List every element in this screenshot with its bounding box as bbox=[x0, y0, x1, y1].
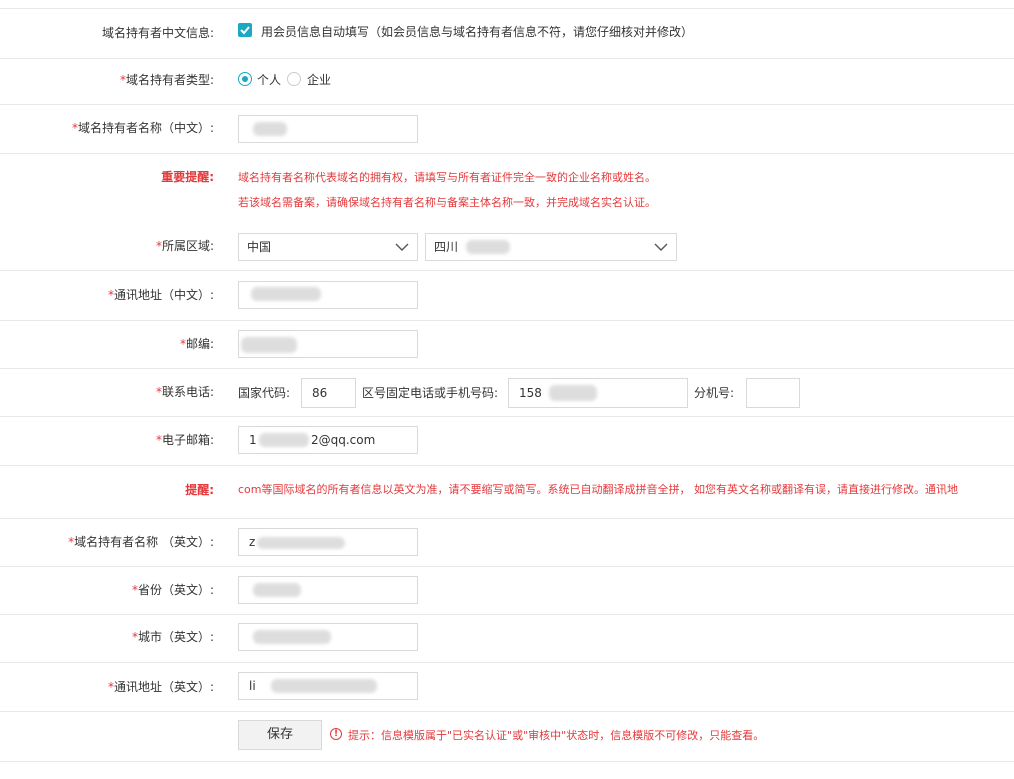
redacted-value bbox=[257, 537, 345, 549]
name-cn-input[interactable] bbox=[238, 115, 418, 143]
holder-type-label: *域名持有者类型: bbox=[119, 73, 214, 87]
redacted-value bbox=[259, 433, 309, 447]
address-cn-input[interactable] bbox=[238, 281, 418, 309]
email-value-prefix: 1 bbox=[249, 433, 257, 447]
radio-personal[interactable] bbox=[238, 72, 252, 86]
country-select[interactable]: 中国 bbox=[238, 233, 418, 261]
important-line-2: 若该域名需备案，请确保域名持有者名称与备案主体名称一致，并完成域名实名认证。 bbox=[238, 196, 656, 209]
phone-number-input[interactable]: 158 bbox=[508, 378, 688, 408]
auto-fill-label: 域名持有者中文信息: bbox=[101, 26, 214, 40]
name-cn-row: *域名持有者名称（中文）: bbox=[0, 105, 1014, 154]
name-cn-label: *域名持有者名称（中文）: bbox=[71, 121, 214, 135]
checkmark-icon bbox=[240, 26, 250, 35]
city-en-label: *城市（英文）: bbox=[131, 630, 214, 644]
address-en-input[interactable]: li bbox=[238, 672, 418, 700]
address-en-label: *通讯地址（英文）: bbox=[107, 680, 214, 694]
region-row: *所属区域: 中国 四川 bbox=[0, 222, 1014, 271]
country-code-value: 86 bbox=[312, 386, 328, 400]
radio-company-label[interactable]: 企业 bbox=[307, 71, 331, 88]
redacted-value bbox=[271, 679, 377, 693]
country-code-label: 国家代码: bbox=[238, 386, 291, 400]
chevron-down-icon bbox=[395, 243, 409, 251]
phone-number-label: 区号固定电话或手机号码: bbox=[362, 386, 499, 400]
city-en-input[interactable] bbox=[238, 623, 418, 651]
address-cn-label: *通讯地址（中文）: bbox=[107, 288, 214, 302]
holder-type-row: *域名持有者类型: 个人 企业 bbox=[0, 58, 1014, 105]
city-en-row: *城市（英文）: bbox=[0, 615, 1014, 663]
name-en-input[interactable]: z bbox=[238, 528, 418, 556]
auto-fill-row: 域名持有者中文信息: 用会员信息自动填写（如会员信息与域名持有者信息不符，请您仔… bbox=[0, 8, 1014, 59]
address-cn-row: *通讯地址（中文）: bbox=[0, 271, 1014, 321]
auto-fill-checkbox-label[interactable]: 用会员信息自动填写（如会员信息与域名持有者信息不符，请您仔细核对并修改） bbox=[261, 23, 693, 40]
redacted-value bbox=[251, 287, 321, 301]
country-value: 中国 bbox=[247, 240, 272, 254]
redacted-value bbox=[466, 240, 510, 254]
redacted-value bbox=[253, 122, 287, 136]
phone-label: *联系电话: bbox=[155, 385, 214, 399]
radio-personal-label[interactable]: 个人 bbox=[257, 71, 281, 88]
radio-selected-dot bbox=[242, 76, 248, 82]
name-en-row: *域名持有者名称 （英文）: z bbox=[0, 519, 1014, 567]
footer-row: 保存 ! 提示：信息模版属于"已实名认证"或"审核中"状态时，信息模版不可修改，… bbox=[0, 712, 1014, 762]
reminder-row: 提醒: com等国际域名的所有者信息以英文为准，请不要缩写或简写。系统已自动翻译… bbox=[0, 466, 1014, 519]
extension-label: 分机号: bbox=[694, 386, 735, 400]
email-input[interactable]: 1 2@qq.com bbox=[238, 426, 418, 454]
province-en-input[interactable] bbox=[238, 576, 418, 604]
footer-tip-text: 提示：信息模版属于"已实名认证"或"审核中"状态时，信息模版不可修改，只能查看。 bbox=[348, 729, 765, 742]
warning-icon: ! bbox=[330, 728, 342, 740]
name-en-value: z bbox=[249, 535, 256, 549]
address-en-value: li bbox=[249, 679, 256, 693]
save-button[interactable]: 保存 bbox=[238, 720, 322, 750]
province-select[interactable]: 四川 bbox=[425, 233, 677, 261]
save-button-label: 保存 bbox=[266, 727, 293, 742]
redacted-value bbox=[549, 385, 597, 401]
chevron-down-icon bbox=[654, 243, 668, 251]
postcode-input[interactable] bbox=[238, 330, 418, 358]
province-value: 四川 bbox=[434, 240, 459, 254]
redacted-value bbox=[253, 630, 331, 644]
important-label: 重要提醒: bbox=[161, 170, 214, 184]
extension-input[interactable] bbox=[746, 378, 800, 408]
postcode-row: *邮编: bbox=[0, 321, 1014, 369]
postcode-label: *邮编: bbox=[179, 337, 214, 351]
region-label: *所属区域: bbox=[155, 239, 214, 253]
province-en-row: *省份（英文）: bbox=[0, 567, 1014, 615]
redacted-value bbox=[253, 583, 301, 597]
province-en-label: *省份（英文）: bbox=[131, 583, 214, 597]
reminder-text: com等国际域名的所有者信息以英文为准，请不要缩写或简写。系统已自动翻译成拼音全… bbox=[238, 483, 958, 496]
name-en-label: *域名持有者名称 （英文）: bbox=[68, 535, 214, 549]
phone-number-value: 158 bbox=[519, 386, 542, 400]
email-label: *电子邮箱: bbox=[155, 433, 214, 447]
radio-company[interactable] bbox=[287, 72, 301, 86]
phone-row: *联系电话: 国家代码: 86 区号固定电话或手机号码: 158 分机号: bbox=[0, 369, 1014, 417]
email-row: *电子邮箱: 1 2@qq.com bbox=[0, 417, 1014, 466]
email-value-suffix: 2@qq.com bbox=[311, 433, 376, 447]
country-code-input[interactable]: 86 bbox=[301, 378, 356, 408]
address-en-row: *通讯地址（英文）: li bbox=[0, 663, 1014, 712]
reminder-label: 提醒: bbox=[185, 483, 214, 497]
important-line-1: 域名持有者名称代表域名的拥有权，请填写与所有者证件完全一致的企业名称或姓名。 bbox=[238, 171, 656, 184]
auto-fill-checkbox[interactable] bbox=[238, 23, 252, 37]
redacted-value bbox=[241, 337, 297, 353]
